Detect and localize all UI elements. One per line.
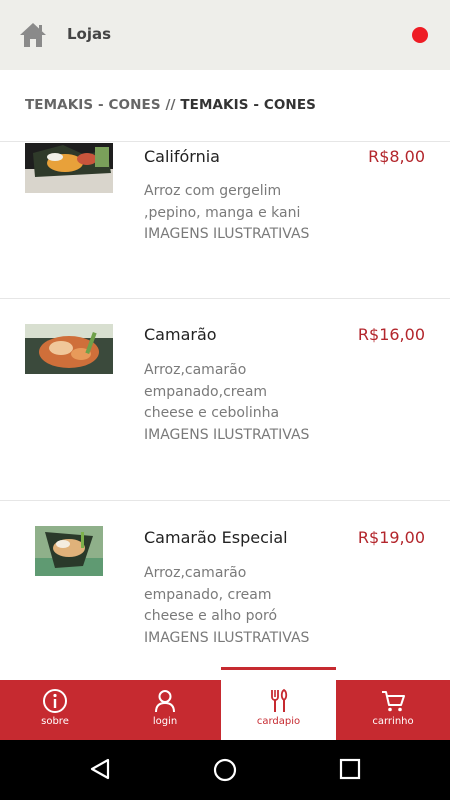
breadcrumb-separator: // (160, 97, 181, 113)
nav-carrinho[interactable]: carrinho (336, 680, 450, 740)
breadcrumb: TEMAKIS - CONES // TEMAKIS - CONES (0, 70, 450, 142)
system-nav-bar (0, 740, 450, 800)
cart-icon (382, 691, 405, 712)
menu-list: Califórnia R$8,00 Arroz com gergelim ,pe… (0, 142, 450, 680)
breadcrumb-category[interactable]: TEMAKIS - CONES (25, 97, 161, 113)
item-price: R$8,00 (368, 147, 425, 166)
info-icon (43, 689, 67, 713)
nav-cardapio[interactable]: cardapio (221, 680, 336, 740)
product-image (25, 324, 113, 374)
bottom-nav: sobre login cardapio carrinho (0, 680, 450, 740)
page-title: Lojas (67, 25, 112, 43)
nav-label: login (152, 716, 178, 727)
item-description: Arroz com gergelim ,pepino, manga e kani… (144, 183, 310, 242)
item-name: Califórnia (144, 147, 220, 166)
menu-item-camarao-especial[interactable]: Camarão Especial R$19,00 Arroz,camarão e… (0, 501, 450, 680)
home-icon[interactable] (18, 20, 48, 50)
product-image (35, 526, 103, 576)
nav-login[interactable]: login (110, 680, 220, 740)
status-indicator[interactable] (412, 27, 428, 43)
item-price: R$16,00 (357, 325, 425, 344)
item-description: Arroz,camarão empanado,cream cheese e ce… (144, 362, 310, 443)
item-name: Camarão (144, 325, 217, 344)
nav-label: carrinho (372, 716, 414, 727)
back-icon[interactable] (88, 757, 112, 781)
item-price: R$19,00 (357, 528, 425, 547)
nav-label: sobre (41, 716, 69, 727)
active-tab-indicator (221, 667, 336, 670)
cutlery-icon (270, 688, 287, 712)
item-description: Arroz,camarão empanado, cream cheese e a… (144, 565, 310, 646)
user-icon (155, 690, 175, 713)
breadcrumb-current: TEMAKIS - CONES (180, 97, 316, 113)
recents-icon[interactable] (338, 757, 362, 781)
breadcrumb-text: TEMAKIS - CONES // TEMAKIS - CONES (25, 97, 316, 113)
app-header: Lojas (0, 0, 450, 70)
nav-label: cardapio (256, 716, 301, 727)
item-name: Camarão Especial (144, 528, 288, 547)
home-circle-icon[interactable] (212, 757, 238, 783)
menu-item-camarao[interactable]: Camarão R$16,00 Arroz,camarão empanado,c… (0, 299, 450, 501)
menu-item-california[interactable]: Califórnia R$8,00 Arroz com gergelim ,pe… (0, 142, 450, 299)
product-image (25, 143, 113, 193)
nav-sobre[interactable]: sobre (0, 680, 110, 740)
